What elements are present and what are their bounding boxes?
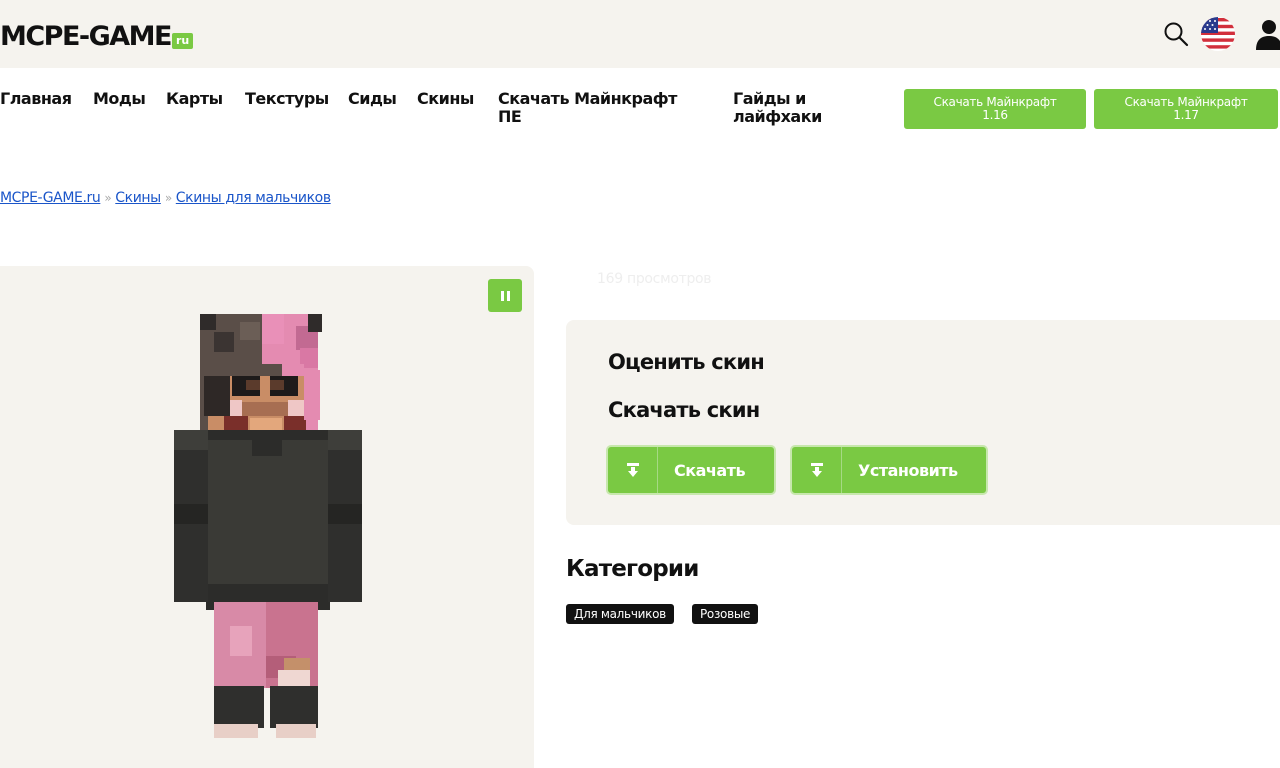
install-icon xyxy=(792,447,842,493)
view-count: 169 просмотров xyxy=(597,271,712,287)
category-tag-boys[interactable]: Для мальчиков xyxy=(566,604,674,624)
breadcrumb-separator: » xyxy=(104,191,112,205)
user-icon[interactable] xyxy=(1254,18,1280,50)
nav-item-seeds[interactable]: Сиды xyxy=(348,90,397,108)
logo-suffix: ru xyxy=(172,33,194,49)
breadcrumb-separator: » xyxy=(164,191,172,205)
nav-item-guides[interactable]: Гайды и лайфхаки xyxy=(733,90,843,126)
download-button-label: Скачать xyxy=(674,460,746,480)
button-label-version: 1.16 xyxy=(982,108,1008,122)
categories-title: Категории xyxy=(566,556,699,582)
pause-icon xyxy=(500,290,504,301)
nav-item-download-pe[interactable]: Скачать Майнкрафт ПЕ xyxy=(498,90,698,126)
us-flag-icon[interactable] xyxy=(1200,16,1236,52)
site-logo[interactable]: MCPE-GAME ru xyxy=(0,18,194,52)
nav-item-maps[interactable]: Карты xyxy=(166,90,223,108)
nav-item-textures[interactable]: Текстуры xyxy=(245,90,329,108)
rate-skin-title: Оценить скин xyxy=(608,350,765,374)
breadcrumb: MCPE-GAME.ru» Скины» Скины для мальчиков xyxy=(0,190,331,206)
download-minecraft-117-button[interactable]: Скачать Майнкрафт 1.17 xyxy=(1094,89,1278,129)
skin-preview[interactable] xyxy=(0,266,534,768)
download-minecraft-116-button[interactable]: Скачать Майнкрафт 1.16 xyxy=(904,89,1086,129)
nav-item-skins[interactable]: Скины xyxy=(417,90,474,108)
pause-icon xyxy=(506,290,510,301)
breadcrumb-skins[interactable]: Скины xyxy=(115,190,161,206)
breadcrumb-home[interactable]: MCPE-GAME.ru xyxy=(0,190,101,206)
download-icon xyxy=(608,447,658,493)
logo-text: MCPE-GAME xyxy=(0,21,173,52)
nav-item-home[interactable]: Главная xyxy=(0,90,72,108)
category-tag-pink[interactable]: Розовые xyxy=(692,604,759,624)
download-button[interactable]: Скачать xyxy=(606,445,776,495)
button-label: Скачать Майнкрафт 1.16 xyxy=(933,96,1056,122)
button-label: Скачать Майнкрафт 1.17 xyxy=(1124,96,1247,122)
button-label-version: 1.17 xyxy=(1173,108,1199,122)
breadcrumb-boys-skins[interactable]: Скины для мальчиков xyxy=(176,190,331,206)
search-icon[interactable] xyxy=(1162,20,1190,48)
install-button-label: Установить xyxy=(858,460,958,480)
install-button[interactable]: Установить xyxy=(790,445,988,495)
pause-animation-button[interactable] xyxy=(488,279,522,312)
nav-item-mods[interactable]: Моды xyxy=(93,90,146,108)
skin-character-image xyxy=(174,314,362,738)
download-skin-title: Скачать скин xyxy=(608,398,760,422)
